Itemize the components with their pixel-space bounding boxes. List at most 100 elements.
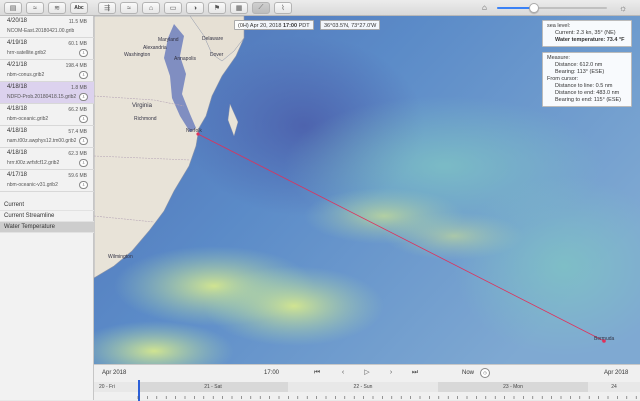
skip-to-end-icon[interactable]: ⏭	[410, 368, 420, 378]
place-label: Maryland	[158, 37, 179, 43]
place-label: Washington	[124, 52, 151, 58]
step-forward-icon[interactable]: ›	[386, 368, 396, 378]
day-cell[interactable]: 21 - Sat	[138, 382, 288, 392]
gauge-button[interactable]: ◑	[186, 2, 204, 14]
download-icon[interactable]: ⇩	[79, 49, 88, 57]
bearing-to-end: Bearing to end: 115° (ESE)	[555, 97, 621, 103]
file-size: 66.2 MB	[68, 107, 87, 113]
file-list-item[interactable]: 4/20/18 11.5 MB NCOM-East.20180421.00.grib	[0, 16, 94, 38]
sea-level-panel: sea level: Current: 2.3 kn, 35° (NE) Wat…	[542, 20, 632, 47]
file-date: 4/18/18	[7, 150, 28, 156]
play-icon[interactable]: ▷	[362, 368, 372, 378]
clock-icon[interactable]: ◷	[480, 368, 490, 378]
day-cell[interactable]: 23 - Mon	[438, 382, 588, 392]
download-icon[interactable]: ⇩	[79, 181, 88, 189]
file-size: 59.6 MB	[68, 173, 87, 179]
time-tooltip-time: 17:00	[282, 23, 298, 29]
place-label: Virginia	[132, 103, 152, 109]
file-list-item[interactable]: 4/18/18 62.3 MB hrrr.t00z.wrfsfcf12.grib2 ⇩	[0, 148, 94, 170]
file-size: 11.5 MB	[68, 19, 87, 25]
file-size: 1.8 MB	[71, 85, 87, 91]
water-temp-readout: Water temperature: 73.4 °F	[555, 37, 625, 43]
file-date: 4/18/18	[7, 106, 28, 112]
file-list-item[interactable]: 4/18/18 1.8 MB NDFD-Prob.20180418.15.grib2…	[0, 82, 94, 104]
file-list-item[interactable]: 4/19/18 60.1 MB hrrr-satellite.grib2 ⇩	[0, 38, 94, 60]
layer-item[interactable]: Current	[0, 200, 94, 211]
now-button[interactable]: Now	[462, 370, 474, 376]
download-icon[interactable]: ⇩	[79, 137, 88, 145]
temperature-button[interactable]: ▭	[164, 2, 182, 14]
file-name: nbm-oceanic-v31.grib2	[7, 182, 58, 188]
place-label-bermuda: Bermuda	[594, 336, 615, 342]
measure-panel: Measure: Distance: 612.0 nm Bearing: 113…	[542, 52, 632, 107]
file-name: nbm-oceanic.grib2	[7, 116, 49, 122]
download-icon[interactable]: ⇩	[79, 71, 88, 79]
measure-line-button[interactable]: ⟋	[252, 2, 270, 14]
file-size: 60.1 MB	[68, 41, 87, 47]
file-list-item[interactable]: 4/18/18 57.4 MB nam.t00z.awphys12.tm00.gri…	[0, 126, 94, 148]
from-cursor-title: From cursor:	[547, 76, 579, 82]
time-tooltip-tz: PDT	[298, 23, 310, 29]
tide-icon: ⌂	[148, 4, 154, 12]
coordinate-tooltip: 36°03.5'N, 73°27.0'W	[320, 20, 381, 30]
gauge-icon: ◑	[192, 4, 198, 12]
brightness-icon[interactable]: ☼	[619, 3, 629, 13]
file-date: 4/21/18	[7, 62, 28, 68]
day-cell[interactable]: 22 - Sun	[288, 382, 438, 392]
place-label: Richmond	[134, 116, 157, 122]
map-canvas[interactable]: Maryland Delaware Alexandria Washington …	[94, 16, 640, 364]
day-cell[interactable]: 20 - Fri	[94, 382, 138, 392]
download-icon[interactable]: ⇩	[79, 115, 88, 123]
step-back-icon[interactable]: ‹	[338, 368, 348, 378]
file-date: 4/18/18	[7, 128, 28, 134]
file-list-item[interactable]: 4/17/18 59.6 MB nbm-oceanic-v31.grib2 ⇩	[0, 170, 94, 192]
file-date: 4/19/18	[7, 40, 28, 46]
wind-button[interactable]: ≋	[48, 2, 66, 14]
file-list-item[interactable]: 4/18/18 66.2 MB nbm-oceanic.grib2 ⇩	[0, 104, 94, 126]
file-list-item[interactable]: 4/21/18 198.4 MB nbm-conus.grib2 ⇩	[0, 60, 94, 82]
place-label: Norfolk	[186, 128, 202, 134]
wind-barb-button[interactable]: ⚑	[208, 2, 226, 14]
time-tooltip: (0H) Apr 20, 2018 17:00 PDT	[234, 20, 314, 30]
home-icon[interactable]: ⌂	[482, 3, 491, 12]
layers-icon: ▤	[9, 5, 17, 12]
place-label: Dover	[210, 52, 224, 58]
pressure-button[interactable]: ≈	[120, 2, 138, 14]
sidebar: 4/20/18 11.5 MB NCOM-East.20180421.00.grib…	[0, 16, 94, 400]
current-icon: ⇶	[104, 5, 110, 12]
file-name: hrrr-satellite.grib2	[7, 50, 46, 56]
timeline-time: 17:00	[264, 370, 280, 376]
temperature-icon: ▭	[169, 5, 177, 12]
time-slider-knob[interactable]	[529, 3, 540, 13]
waves-button[interactable]: ≈	[26, 2, 44, 14]
file-name: NCOM-East.20180421.00.grib	[7, 28, 75, 34]
place-label: Annapolis	[174, 56, 196, 62]
timeline-right-date: Apr 2018	[604, 370, 629, 376]
current-readout: Current: 2.3 kn, 35° (NE)	[555, 30, 616, 36]
route-button[interactable]: ⌇	[274, 2, 292, 14]
grid-button[interactable]: ▦	[230, 2, 248, 14]
distance-to-line: Distance to line: 0.5 nm	[555, 83, 613, 89]
place-label: Alexandria	[143, 45, 167, 51]
day-strip[interactable]: 20 - Fri 21 - Sat 22 - Sun 23 - Mon 24	[94, 382, 640, 392]
file-date: 4/18/18	[7, 84, 28, 90]
tide-button[interactable]: ⌂	[142, 2, 160, 14]
current-button[interactable]: ⇶	[98, 2, 116, 14]
download-icon[interactable]: ⇩	[79, 159, 88, 167]
wind-barb-icon: ⚑	[213, 5, 221, 12]
timeline-left-date: Apr 2018	[102, 370, 127, 376]
measure-distance: Distance: 612.0 nm	[555, 62, 603, 68]
layer-item[interactable]: Current Streamline	[0, 211, 94, 222]
day-cell[interactable]: 24	[588, 382, 640, 392]
grid-icon: ▦	[235, 5, 243, 12]
layers-button[interactable]: ▤	[4, 2, 22, 14]
layer-item[interactable]: Water Temperature	[0, 222, 94, 233]
text-label-button[interactable]: Abc	[70, 2, 88, 14]
file-name: nbm-conus.grib2	[7, 72, 45, 78]
download-icon[interactable]: ⇩	[79, 93, 88, 101]
file-size: 62.3 MB	[68, 151, 87, 157]
time-slider[interactable]	[497, 3, 607, 13]
pressure-icon: ≈	[127, 4, 131, 12]
skip-to-start-icon[interactable]: ⏮	[312, 368, 322, 378]
wind-icon: ≋	[54, 5, 60, 12]
